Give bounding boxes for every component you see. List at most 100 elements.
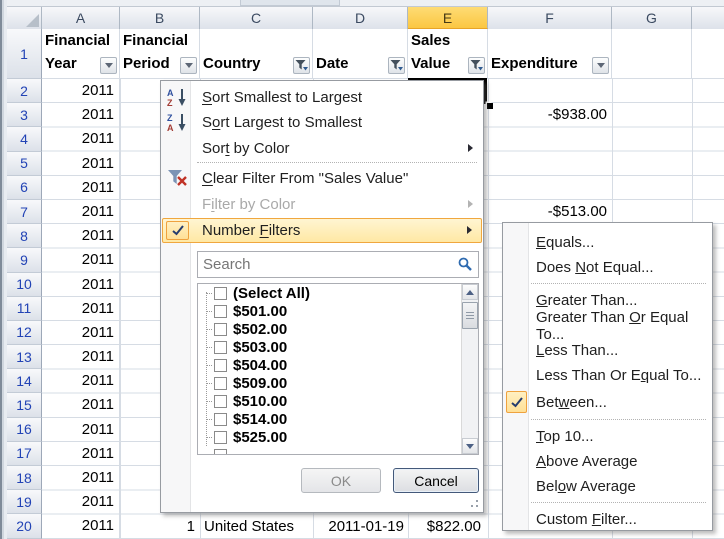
cell-d20-date[interactable]: 2011-01-19	[313, 515, 408, 539]
submenu-item-less-than[interactable]: Less Than...	[504, 338, 711, 363]
column-header-partial[interactable]	[692, 7, 724, 29]
cell-financial-year-value[interactable]: 2011	[42, 514, 120, 538]
cell-financial-year-value[interactable]: 2011	[42, 297, 120, 321]
filter-value-item[interactable]: $525.00	[198, 428, 478, 446]
column-header-g[interactable]: G	[612, 7, 692, 29]
filter-button-financial-period[interactable]	[180, 57, 197, 74]
filter-value-item[interactable]: $509.00	[198, 374, 478, 392]
cell-c20-country[interactable]: United States	[200, 515, 313, 539]
cell-financial-year-value[interactable]: 2011	[42, 152, 120, 176]
cell-financial-year-value[interactable]: 2011	[42, 176, 120, 200]
column-header-a[interactable]: A	[42, 7, 120, 29]
row-number-cell[interactable]: 10	[7, 273, 42, 297]
filter-button-expenditure[interactable]	[592, 57, 609, 74]
cell-financial-year-value[interactable]: 2011	[42, 103, 120, 127]
value-checkbox[interactable]	[214, 413, 227, 426]
row-number-cell[interactable]: 17	[7, 442, 42, 466]
row-number-cell[interactable]: 20	[7, 514, 42, 538]
cell-financial-year-value[interactable]: 2011	[42, 466, 120, 490]
filter-value-item[interactable]: $502.00	[198, 320, 478, 338]
value-checkbox[interactable]	[214, 305, 227, 318]
row-number-cell[interactable]: 9	[7, 248, 42, 272]
row-number-cell[interactable]: 12	[7, 321, 42, 345]
value-checkbox[interactable]	[214, 395, 227, 408]
cell-financial-year-value[interactable]: 2011	[42, 490, 120, 514]
filter-value-item[interactable]: $501.00	[198, 302, 478, 320]
select-all-corner[interactable]	[7, 7, 42, 29]
cell-f7-expenditure[interactable]: -$513.00	[488, 200, 612, 224]
filter-button-financial-year[interactable]	[100, 57, 117, 74]
cell-financial-year-value[interactable]: 2011	[42, 369, 120, 393]
resize-grip[interactable]	[476, 505, 478, 507]
header-cell-date[interactable]: Date	[313, 29, 408, 79]
row-number-cell[interactable]: 15	[7, 393, 42, 417]
header-cell-empty-g[interactable]	[612, 29, 692, 79]
row-number-cell[interactable]: 1	[7, 29, 42, 79]
value-checkbox[interactable]	[214, 431, 227, 444]
scroll-up-button[interactable]	[462, 284, 478, 300]
column-header-f[interactable]: F	[488, 7, 612, 29]
cell-financial-year-value[interactable]: 2011	[42, 79, 120, 103]
menu-item-filter-by-color[interactable]: Filter by Color	[162, 192, 482, 216]
submenu-item-equals[interactable]: Equals...	[504, 230, 711, 255]
menu-item-sort-smallest-to-largest[interactable]: AZ Sort Smallest to Largest	[162, 85, 482, 109]
filter-value-item[interactable]: $510.00	[198, 392, 478, 410]
cell-e20-sales-value[interactable]: $822.00	[408, 515, 488, 539]
row-number-cell[interactable]: 14	[7, 369, 42, 393]
row-number-cell[interactable]: 2	[7, 79, 42, 103]
header-cell-empty-h[interactable]	[692, 29, 724, 79]
cell-financial-year-value[interactable]: 2011	[42, 321, 120, 345]
value-checkbox[interactable]	[214, 377, 227, 390]
ok-button[interactable]: OK	[301, 468, 381, 493]
filter-button-date-funnel[interactable]	[388, 57, 405, 74]
search-icon[interactable]	[458, 257, 473, 277]
scroll-down-button[interactable]	[462, 438, 478, 454]
cell-financial-year-value[interactable]: 2011	[42, 248, 120, 272]
menu-item-number-filters[interactable]: Number Filters	[162, 218, 482, 243]
submenu-item-below-average[interactable]: Below Average	[504, 474, 711, 499]
filter-button-sales-value-funnel[interactable]	[468, 57, 485, 74]
row-number-cell[interactable]: 7	[7, 200, 42, 224]
row-number-cell[interactable]: 4	[7, 127, 42, 151]
search-input[interactable]	[197, 251, 479, 278]
scrollbar-thumb[interactable]	[462, 302, 478, 329]
row-number-cell[interactable]: 16	[7, 418, 42, 442]
row-number-cell[interactable]: 3	[7, 103, 42, 127]
header-cell-country[interactable]: Country	[200, 29, 313, 79]
value-checkbox[interactable]	[214, 449, 227, 456]
filter-value-item-partial[interactable]	[198, 446, 478, 455]
submenu-item-custom-filter[interactable]: Custom Filter...	[504, 507, 711, 532]
column-header-b[interactable]: B	[120, 7, 200, 29]
row-number-cell[interactable]: 6	[7, 176, 42, 200]
cancel-button[interactable]: Cancel	[393, 468, 479, 493]
menu-item-sort-by-color[interactable]: Sort by Color	[162, 136, 482, 160]
header-cell-expenditure[interactable]: Expenditure	[488, 29, 612, 79]
submenu-item-top-10[interactable]: Top 10...	[504, 424, 711, 449]
cell-financial-year-value[interactable]: 2011	[42, 345, 120, 369]
value-checkbox[interactable]	[214, 359, 227, 372]
menu-item-clear-filter[interactable]: Clear Filter From "Sales Value"	[162, 166, 482, 190]
row-number-cell[interactable]: 19	[7, 490, 42, 514]
cell-b20-period[interactable]: 1	[120, 515, 200, 539]
submenu-item-less-than-or-equal[interactable]: Less Than Or Equal To...	[504, 363, 711, 388]
cell-f3-expenditure[interactable]: -$938.00	[488, 103, 612, 127]
row-number-cell[interactable]: 11	[7, 297, 42, 321]
cell-financial-year-value[interactable]: 2011	[42, 127, 120, 151]
filter-value-item[interactable]: $504.00	[198, 356, 478, 374]
filter-value-item[interactable]: $514.00	[198, 410, 478, 428]
header-cell-financial-period[interactable]: Financial Period	[120, 29, 200, 79]
cell-financial-year-value[interactable]: 2011	[42, 200, 120, 224]
cell-financial-year-value[interactable]: 2011	[42, 273, 120, 297]
row-number-cell[interactable]: 8	[7, 224, 42, 248]
menu-item-sort-largest-to-smallest[interactable]: ZA Sort Largest to Smallest	[162, 110, 482, 134]
submenu-item-above-average[interactable]: Above Average	[504, 449, 711, 474]
list-scrollbar[interactable]	[461, 284, 478, 454]
row-number-cell[interactable]: 5	[7, 152, 42, 176]
submenu-item-does-not-equal[interactable]: Does Not Equal...	[504, 255, 711, 280]
active-cell-fill-handle[interactable]	[487, 103, 493, 109]
row-number-cell[interactable]: 13	[7, 345, 42, 369]
column-header-c[interactable]: C	[200, 7, 313, 29]
submenu-item-between[interactable]: Between...	[504, 389, 711, 415]
cell-financial-year-value[interactable]: 2011	[42, 418, 120, 442]
cell-financial-year-value[interactable]: 2011	[42, 224, 120, 248]
